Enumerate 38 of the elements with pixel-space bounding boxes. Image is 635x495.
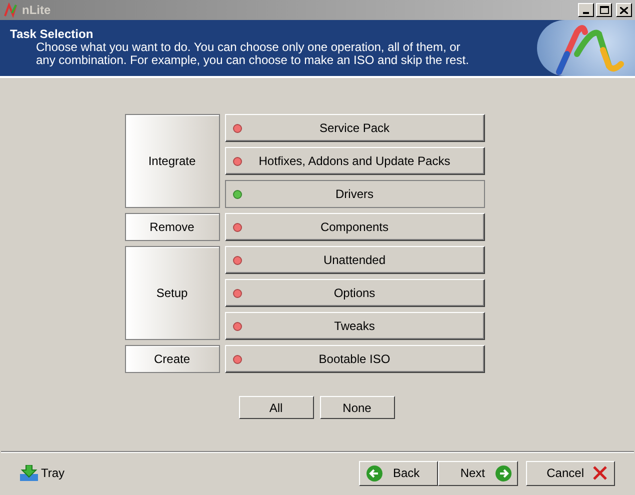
header-description: Choose what you want to do. You can choose only one operation, all of them, or any combination. For example, you can choose to make an ISO and skip the rest.	[35, 41, 470, 67]
status-dot-icon	[232, 190, 242, 199]
select-button[interactable]: None	[320, 396, 394, 419]
close-icon	[620, 6, 628, 14]
group-label: Create	[124, 345, 220, 373]
minimize-icon	[583, 12, 589, 14]
app-logo-icon	[3, 2, 19, 18]
select-button[interactable]: All	[238, 396, 314, 419]
minimize-button[interactable]	[578, 3, 594, 17]
maximize-icon	[600, 6, 608, 14]
status-dot-icon	[232, 157, 242, 166]
next-button[interactable]: Next	[438, 460, 518, 486]
close-icon	[593, 466, 607, 480]
maximize-button[interactable]	[596, 3, 612, 17]
status-dot-icon	[232, 289, 242, 298]
group-label: Integrate	[124, 114, 220, 208]
task-button[interactable]: Tweaks	[224, 312, 484, 340]
cancel-button[interactable]: Cancel	[526, 460, 615, 486]
task-button[interactable]: Hotfixes, Addons and Update Packs	[224, 147, 484, 175]
task-button[interactable]: Unattended	[224, 246, 484, 274]
status-dot-icon	[232, 322, 242, 331]
status-dot-icon	[232, 256, 242, 265]
tray-label[interactable]: Tray	[41, 464, 65, 482]
close-button[interactable]	[616, 3, 632, 17]
task-button[interactable]: Drivers	[224, 180, 484, 208]
task-button[interactable]: Bootable ISO	[224, 345, 484, 373]
status-dot-icon	[232, 223, 242, 232]
task-button[interactable]: Components	[224, 213, 484, 241]
task-button[interactable]: Service Pack	[224, 114, 484, 142]
window-title: nLite	[22, 2, 51, 19]
task-button[interactable]: Options	[224, 279, 484, 307]
group-label: Setup	[124, 246, 220, 340]
back-button[interactable]: Back	[359, 460, 438, 486]
status-dot-icon	[232, 355, 242, 364]
group-label: Remove	[124, 213, 220, 241]
status-dot-icon	[232, 124, 242, 133]
tray-icon[interactable]	[20, 465, 38, 481]
header-title: Task Selection	[10, 27, 94, 41]
